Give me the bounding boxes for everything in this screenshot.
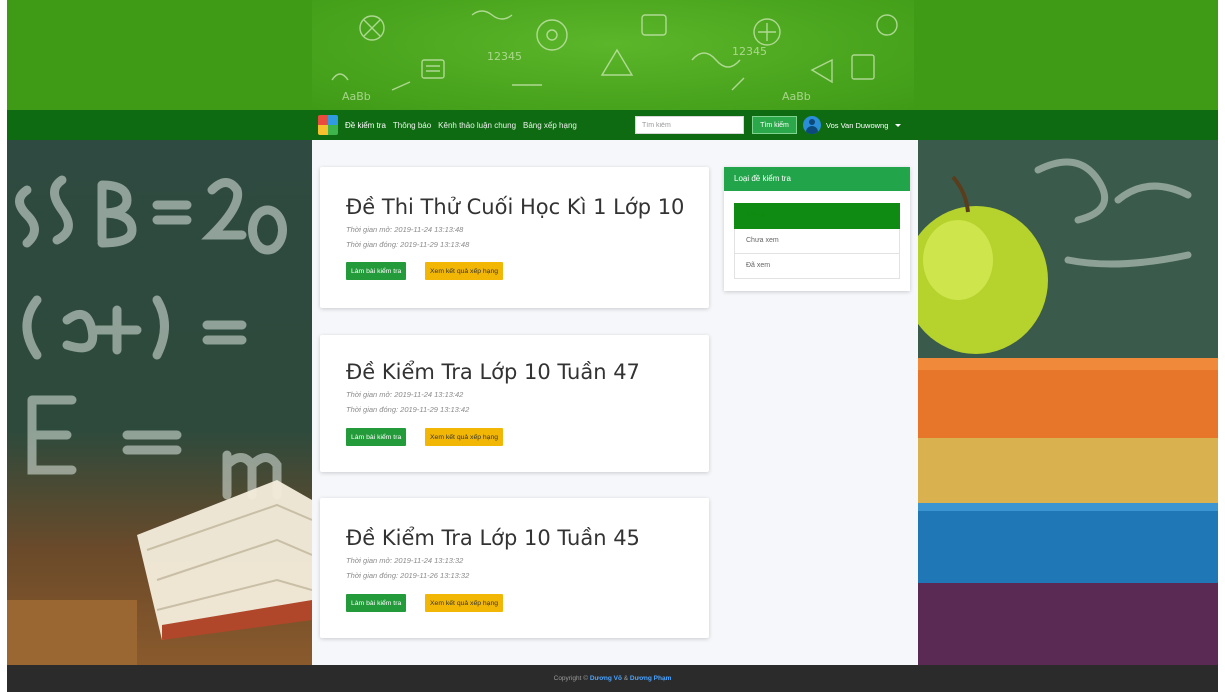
background-apple-books-image [918, 140, 1218, 665]
footer-separator: & [621, 675, 630, 682]
main-content: Đề Thi Thử Cuối Học Kì 1 Lớp 10 Thời gia… [312, 140, 918, 665]
nav-link-notifications[interactable]: Thông báo [393, 121, 431, 130]
filter-item-unviewed[interactable]: Chưa xem [734, 229, 900, 254]
nav-link-exams[interactable]: Đề kiểm tra [345, 121, 386, 130]
logo-icon[interactable] [318, 115, 338, 135]
nav-link-discussion[interactable]: Kênh thảo luận chung [438, 121, 516, 130]
exam-close-time: Thời gian đóng: 2019-11-29 13:13:42 [346, 405, 470, 414]
top-navbar: Đề kiểm tra Thông báo Kênh thảo luận chu… [7, 110, 1218, 140]
view-ranking-button[interactable]: Xem kết quả xếp hạng [425, 428, 504, 446]
footer: Copyright © Dương Võ & Dương Phạm [7, 665, 1218, 692]
banner-doodle-illustration: 12345 12345 AaBb AaBb [312, 0, 914, 110]
search-button[interactable]: Tìm kiếm [752, 116, 797, 134]
exam-card: Đề Kiểm Tra Lớp 10 Tuần 45 Thời gian mở:… [320, 498, 709, 638]
caret-down-icon [895, 123, 902, 127]
exam-title: Đề Kiểm Tra Lớp 10 Tuần 45 [346, 526, 640, 550]
take-exam-button[interactable]: Làm bài kiểm tra [346, 262, 407, 280]
user-name: Vos Van Duwowng [826, 120, 889, 130]
user-avatar-icon [803, 116, 821, 134]
exam-title: Đề Kiểm Tra Lớp 10 Tuần 47 [346, 360, 640, 384]
filter-header: Loại đề kiểm tra [724, 167, 910, 191]
exam-card: Đề Kiểm Tra Lớp 10 Tuần 47 Thời gian mở:… [320, 335, 709, 472]
svg-text:12345: 12345 [487, 50, 522, 63]
exam-close-time: Thời gian đóng: 2019-11-29 13:13:48 [346, 240, 470, 249]
svg-text:AaBb: AaBb [342, 90, 371, 103]
background-chalkboard-image [7, 140, 312, 665]
exam-open-time: Thời gian mở: 2019-11-24 13:13:48 [346, 225, 464, 234]
exam-open-time: Thời gian mở: 2019-11-24 13:13:32 [346, 556, 464, 565]
filter-item-viewed[interactable]: Đã xem [734, 254, 900, 279]
header-banner: 12345 12345 AaBb AaBb [7, 0, 1218, 110]
nav-links: Đề kiểm tra Thông báo Kênh thảo luận chu… [345, 110, 577, 140]
footer-author-link-1[interactable]: Dương Võ [590, 675, 622, 682]
exam-open-time: Thời gian mở: 2019-11-24 13:13:42 [346, 390, 464, 399]
exam-close-time: Thời gian đóng: 2019-11-26 13:13:32 [346, 571, 470, 580]
exam-title: Đề Thi Thử Cuối Học Kì 1 Lớp 10 [346, 195, 685, 219]
exam-type-filter-panel: Loại đề kiểm tra Tất cả Chưa xem Đã xem [724, 167, 910, 291]
user-menu[interactable]: Vos Van Duwowng [803, 115, 902, 135]
svg-text:AaBb: AaBb [782, 90, 811, 103]
footer-author-link-2[interactable]: Dương Phạm [630, 675, 671, 682]
svg-text:12345: 12345 [732, 45, 767, 58]
filter-item-all[interactable]: Tất cả [734, 203, 900, 229]
view-ranking-button[interactable]: Xem kết quả xếp hạng [425, 594, 504, 612]
take-exam-button[interactable]: Làm bài kiểm tra [346, 594, 407, 612]
filter-list: Tất cả Chưa xem Đã xem [734, 203, 900, 279]
view-ranking-button[interactable]: Xem kết quả xếp hạng [425, 262, 504, 280]
search-input[interactable] [635, 116, 744, 134]
page-frame: 12345 12345 AaBb AaBb Đề kiểm tra Thông bá… [7, 0, 1218, 692]
take-exam-button[interactable]: Làm bài kiểm tra [346, 428, 407, 446]
nav-link-leaderboard[interactable]: Bảng xếp hạng [523, 121, 577, 130]
footer-copyright: Copyright © [553, 675, 590, 682]
exam-card: Đề Thi Thử Cuối Học Kì 1 Lớp 10 Thời gia… [320, 167, 709, 308]
